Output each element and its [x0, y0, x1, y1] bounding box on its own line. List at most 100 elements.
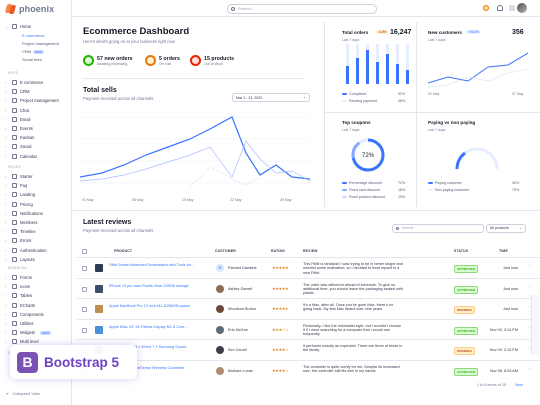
coupons-donut: 72%: [351, 138, 385, 172]
total-sells-subtitle: Payment received across all channels: [83, 96, 154, 101]
column-header-customer[interactable]: CUSTOMER: [215, 249, 236, 253]
sidebar-sub-project-management[interactable]: Project management: [22, 41, 59, 46]
customer-name[interactable]: Kim Carroll: [228, 348, 273, 352]
product-link[interactable]: Apple iMac 24" 4K Retina Display M1 8 Co…: [109, 325, 197, 330]
review-text: Personally, I like the minimalist style,…: [303, 323, 402, 337]
customer-name[interactable]: Richard Dawkins: [228, 266, 273, 270]
bell-icon[interactable]: [497, 5, 503, 11]
sidebar-item-members[interactable]: › Members: [5, 220, 37, 225]
sidebar-item-faq[interactable]: › Faq: [5, 183, 27, 189]
column-header-rating[interactable]: RATING: [271, 249, 285, 253]
stat-new-orders[interactable]: 57 new orders Awating processing: [83, 55, 133, 66]
reviews-search-input[interactable]: Search: [392, 224, 484, 233]
stat-out-of-stock[interactable]: 15 products Out of stock: [190, 55, 234, 66]
row-checkbox[interactable]: [82, 286, 87, 292]
rating-stars: ★★★★★: [272, 265, 289, 270]
sidebar-item-notifications[interactable]: › Notifications: [5, 210, 43, 216]
sidebar-item-utilities[interactable]: › Utilities: [5, 321, 34, 326]
search-placeholder: Search: [402, 226, 414, 230]
collapse-sidebar-button[interactable]: ⇤ Collapsed View: [6, 391, 40, 396]
brand-logo[interactable]: phoenix: [4, 4, 54, 14]
table-row[interactable]: Fitbit Sense Advanced Smartwatch with To…: [77, 257, 540, 278]
sidebar-item-label: Forms: [20, 275, 32, 280]
row-checkbox[interactable]: [82, 327, 87, 333]
products-filter-select[interactable]: All products ⌄: [486, 224, 526, 233]
sidebar-item-errors[interactable]: › Errors: [5, 238, 31, 244]
sun-icon[interactable]: [483, 5, 489, 11]
apps-icon[interactable]: [509, 5, 515, 11]
column-header-time[interactable]: TIME: [499, 249, 508, 253]
sidebar-item-widgets[interactable]: › Widgets NEW: [5, 330, 52, 336]
sidebar-item-pricing[interactable]: › Pricing: [5, 201, 33, 207]
next-page-link[interactable]: Next: [515, 383, 523, 387]
review-text: This Fitbit is fantastic! I was trying t…: [303, 262, 403, 275]
customer-name[interactable]: Woodrow Burton: [228, 307, 273, 311]
column-header-review[interactable]: REVIEW: [303, 249, 318, 253]
sidebar-item-echarts[interactable]: › ECharts: [5, 302, 35, 308]
chevron-right-icon: ›: [5, 201, 7, 207]
sidebar-item-layouts[interactable]: › Layouts: [5, 256, 35, 262]
table-row[interactable]: Apple iMac 24" 4K Retina Display M1 8 Co…: [77, 318, 540, 340]
sidebar-item-timeline[interactable]: › Timeline: [5, 229, 36, 235]
sidebar-item-events[interactable]: › Events: [5, 126, 33, 131]
legend-value: 72%: [398, 181, 406, 185]
stat-on-hold[interactable]: 5 orders On hold: [145, 55, 180, 66]
table-row[interactable]: Apple MacBook Pro 13 inch-M1-8/256GB-spa…: [77, 298, 540, 319]
card-sub: Last 7 days: [428, 128, 446, 132]
sidebar-item-label: Layouts: [20, 256, 35, 262]
feedback-tab[interactable]: [531, 295, 539, 355]
sidebar-item-home[interactable]: ⌄ Home: [5, 24, 31, 29]
date-range-select[interactable]: Mar 1 - 31, 2022 ⌄: [232, 93, 310, 102]
sidebar-item-label: Widgets: [20, 330, 36, 336]
product-link[interactable]: iPhone 13 pro max-Pacific Blue-128GB sto…: [109, 284, 197, 289]
chevron-right-icon: ›: [5, 330, 7, 336]
customer-name[interactable]: Ashley Garrett: [228, 287, 273, 291]
nav-icon: [12, 174, 17, 179]
sidebar-sub-crm[interactable]: CRM NEW: [22, 49, 45, 54]
sidebar-item-crm[interactable]: › CRM: [5, 89, 30, 95]
sidebar-item-forms[interactable]: › Forms: [5, 275, 32, 280]
select-all-checkbox[interactable]: [82, 249, 87, 254]
more-options-icon[interactable]: ⋯: [526, 284, 531, 290]
sidebar-sub-ecommerce[interactable]: E commerce: [22, 33, 44, 38]
customer-name[interactable]: Eric McGee: [228, 328, 273, 332]
row-checkbox[interactable]: [82, 307, 87, 312]
customer-name[interactable]: Barbara Lucas: [228, 369, 273, 373]
page-title: Ecommerce Dashboard: [83, 26, 190, 37]
sidebar-item-calendar[interactable]: › Calendar: [5, 153, 37, 159]
row-checkbox[interactable]: [82, 266, 87, 271]
table-row[interactable]: Razer Kraken v3 x Wired 7.1 Surroung Sou…: [77, 339, 540, 360]
user-avatar[interactable]: [517, 3, 527, 13]
table-row[interactable]: iPhone 13 pro max-Pacific Blue-128GB sto…: [77, 277, 540, 299]
sidebar-item-multi-level[interactable]: › Multi level: [5, 339, 39, 345]
more-options-icon[interactable]: ⋯: [526, 366, 531, 372]
search-input[interactable]: Search...: [227, 4, 377, 14]
sidebar-item-landing[interactable]: › Landing: [5, 192, 35, 198]
sidebar-item-tables[interactable]: › Tables: [5, 293, 32, 299]
sidebar-item-starter[interactable]: › Starter: [5, 174, 33, 179]
pagination-info: 1 to 6 items of 15: [477, 383, 507, 387]
total-sells-title: Total sells: [83, 87, 117, 94]
legend-pending: Pending payment: [342, 99, 377, 103]
more-options-icon[interactable]: ⋯: [526, 263, 531, 269]
product-link[interactable]: Apple MacBook Pro 13 inch-M1-8/256GB-spa…: [109, 304, 197, 309]
column-header-product[interactable]: PRODUCT: [114, 249, 132, 253]
sidebar-item-social[interactable]: › Social: [5, 144, 31, 150]
sidebar-item-icons[interactable]: › Icons: [5, 284, 30, 290]
sidebar-item-components[interactable]: › Components: [5, 311, 44, 317]
table-row[interactable]: PlayStation 5 DualSense Wireless Control…: [77, 359, 540, 381]
sidebar-item-chat[interactable]: › Chat: [5, 107, 29, 113]
sidebar-item-authentication[interactable]: › Authentication: [5, 247, 47, 253]
column-header-status[interactable]: STATUS: [454, 249, 468, 253]
review-time: Just now: [503, 286, 518, 291]
sidebar-item-kanban[interactable]: › Kanban: [5, 135, 34, 141]
product-link[interactable]: Fitbit Sense Advanced Smartwatch with To…: [109, 263, 197, 268]
stat-title: 15 products: [204, 55, 235, 62]
nav-icon: [12, 153, 17, 159]
nav-icon: [12, 116, 17, 122]
sidebar-item-email[interactable]: › Email: [5, 116, 30, 122]
sidebar-item-project-management[interactable]: › Project management: [5, 98, 59, 104]
sidebar-item-e-commerce[interactable]: › E commerce: [5, 80, 44, 85]
review-text: It performs exactly as expected. There a…: [303, 344, 403, 353]
sidebar-sub-social-feed[interactable]: Social feed: [22, 57, 42, 62]
